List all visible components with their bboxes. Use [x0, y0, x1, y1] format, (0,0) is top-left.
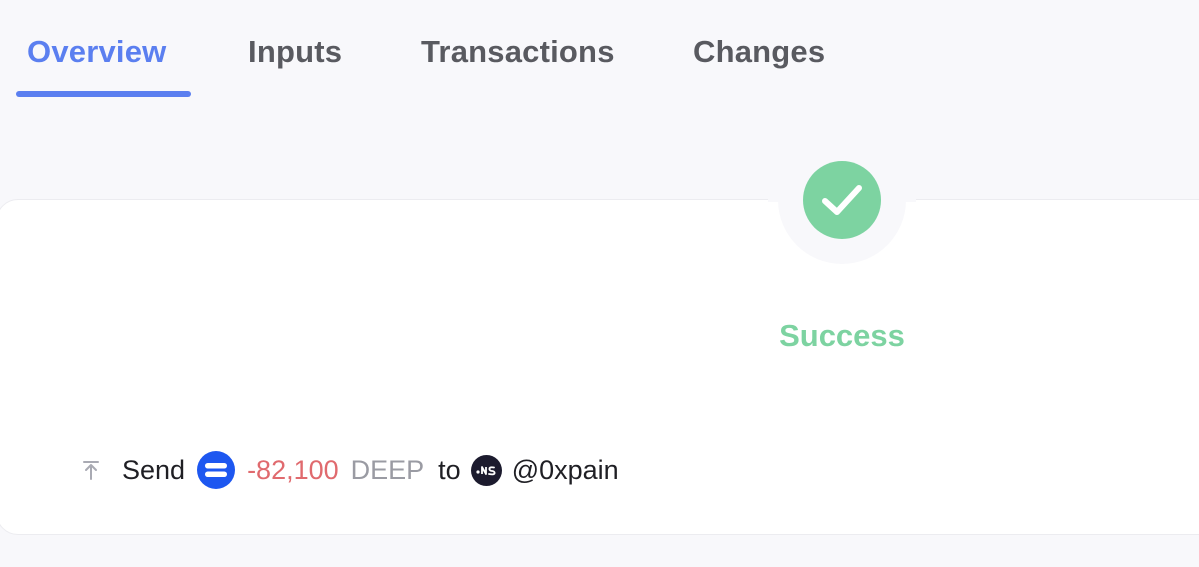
transfer-row: Send -82,100 DEEP to @0xpain — [80, 448, 619, 492]
tab-changes[interactable]: Changes — [693, 34, 825, 70]
tab-transactions[interactable]: Transactions — [421, 34, 615, 70]
tab-inputs[interactable]: Inputs — [248, 34, 342, 70]
active-tab-indicator — [16, 91, 191, 97]
token-symbol: DEEP — [350, 454, 425, 485]
transfer-connector: to — [438, 454, 461, 485]
check-icon — [822, 185, 862, 215]
transfer-action-label: Send — [122, 454, 186, 485]
tab-overview[interactable]: Overview — [27, 34, 166, 70]
deep-token-icon — [197, 451, 236, 489]
tab-bar: Overview Inputs Transactions Changes — [0, 0, 1199, 100]
send-upload-icon — [80, 459, 102, 481]
transfer-amount: -82,100 — [247, 454, 339, 485]
recipient-address-link[interactable]: @0xpain — [512, 455, 619, 486]
status-label: Success — [779, 318, 905, 353]
suins-avatar-icon — [470, 454, 502, 486]
status-success-badge — [803, 161, 881, 239]
